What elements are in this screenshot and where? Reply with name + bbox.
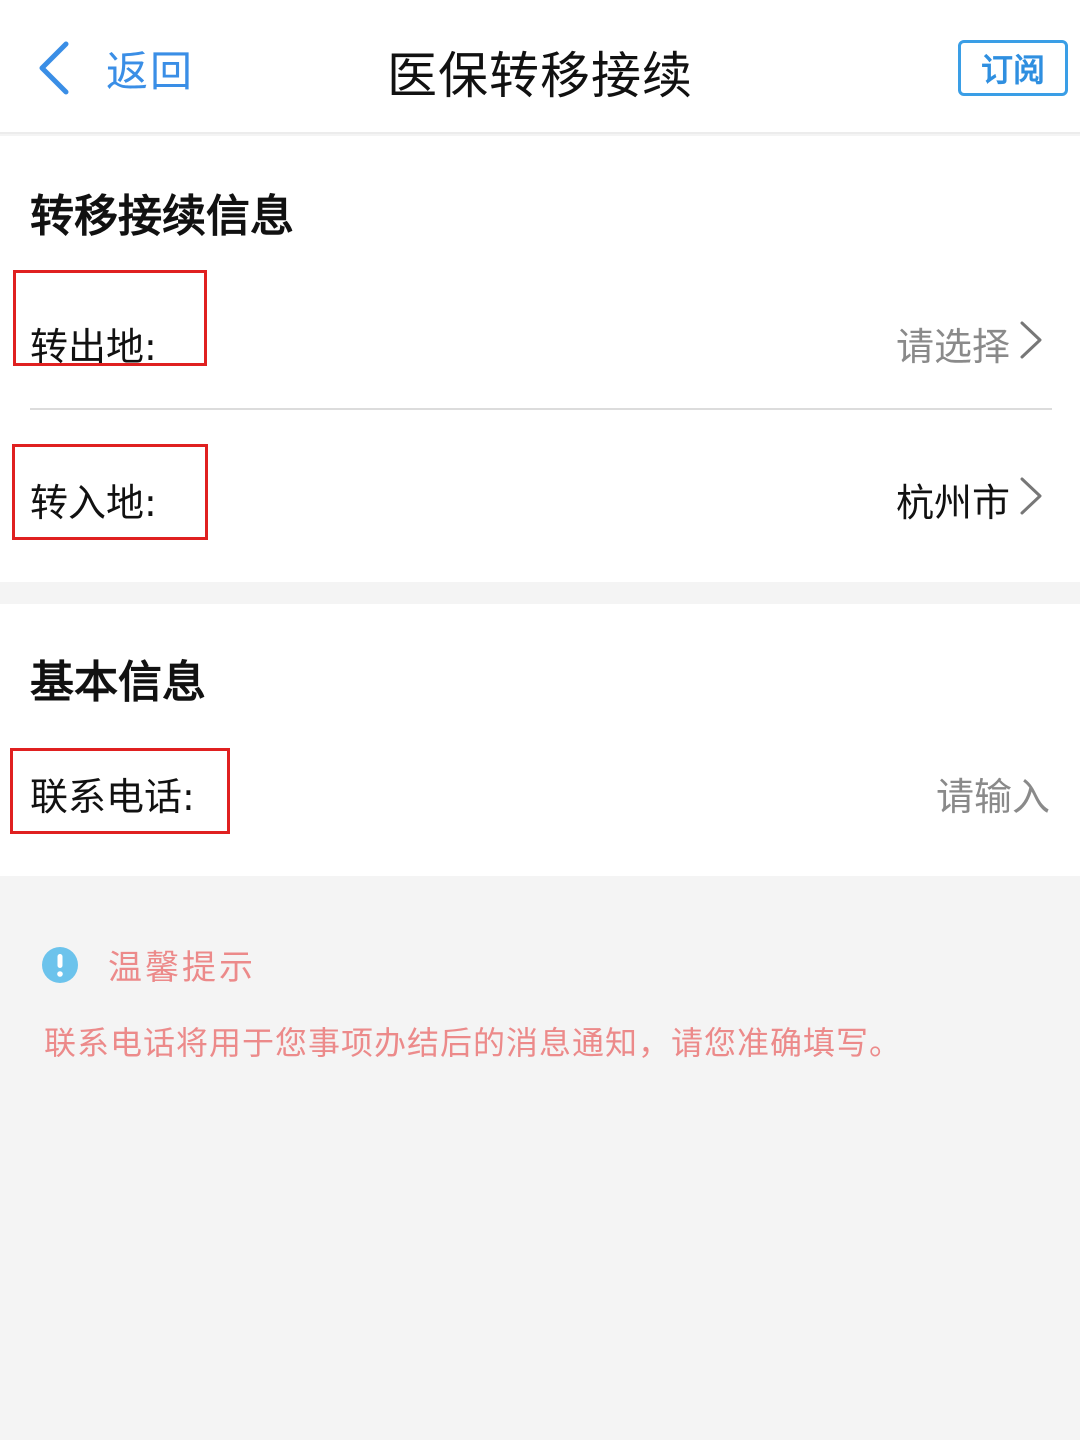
section-title-transfer: 转移接续信息 <box>30 191 294 242</box>
exclamation-circle-icon <box>42 946 78 983</box>
section-title-basic: 基本信息 <box>30 657 206 708</box>
tip-header: 温馨提示 <box>42 940 256 989</box>
transfer-to-value: 杭州市 <box>895 481 1010 525</box>
subscribe-button[interactable]: 订阅 <box>958 40 1068 96</box>
basic-section: 基本信息 联系电话: 请输入 <box>0 604 1080 876</box>
chevron-left-icon <box>39 41 69 95</box>
transfer-section: 转移接续信息 转出地: 请选择 转入地: 杭州市 <box>0 136 1080 582</box>
nav-bar: 返回 医保转移接续 订阅 <box>0 0 1080 134</box>
transfer-from-value: 请选择 <box>895 325 1010 369</box>
chevron-right-icon <box>1020 321 1042 359</box>
phone-label: 联系电话: <box>30 775 195 819</box>
chevron-right-icon <box>1020 477 1042 515</box>
phone-input[interactable]: 请输入 <box>936 766 1050 821</box>
back-button[interactable]: 返回 <box>36 36 194 100</box>
tip-title: 温馨提示 <box>108 948 256 988</box>
tip-text: 联系电话将用于您事项办结后的消息通知，请您准确填写。 <box>44 1024 903 1062</box>
transfer-from-label: 转出地: <box>30 325 157 369</box>
transfer-to-label: 转入地: <box>30 481 157 525</box>
transfer-from-row[interactable]: 转出地: 请选择 <box>0 270 1080 406</box>
back-label: 返回 <box>106 46 195 96</box>
